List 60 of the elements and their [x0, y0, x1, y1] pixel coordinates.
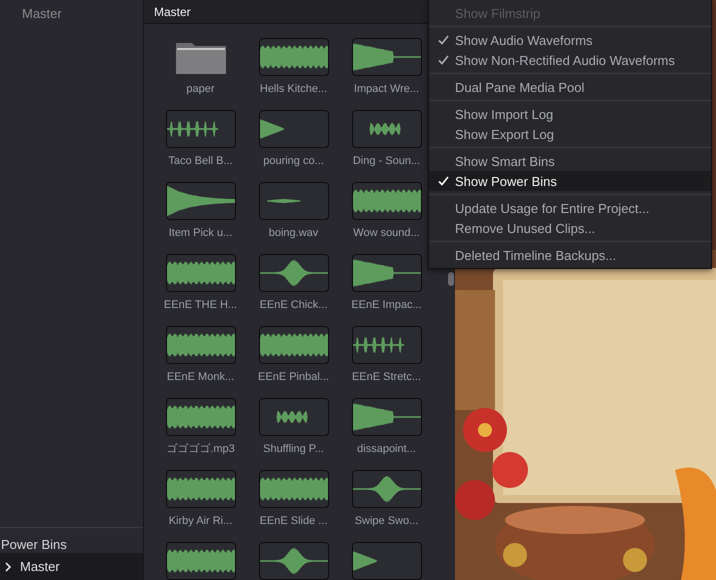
- waveform-thumbnail[interactable]: [352, 254, 422, 292]
- menu-item[interactable]: Show Export Log: [429, 124, 711, 144]
- clip-name: EEnE THE H...: [164, 298, 238, 312]
- waveform-thumbnail[interactable]: [352, 38, 422, 76]
- clip-name: EEnE Stretc...: [352, 370, 422, 384]
- waveform-thumbnail[interactable]: [166, 542, 236, 580]
- menu-item[interactable]: Remove Unused Clips...: [429, 218, 711, 238]
- clip-name: Impact Wre...: [354, 82, 420, 96]
- scrollbar-thumb[interactable]: [448, 272, 454, 286]
- clip-name: pouring co...: [263, 154, 324, 168]
- waveform-thumbnail[interactable]: [352, 326, 422, 364]
- waveform-thumbnail[interactable]: [352, 110, 422, 148]
- menu-item[interactable]: Show Audio Waveforms: [429, 30, 711, 50]
- section-title: Power Bins: [1, 537, 67, 553]
- clip-name: paper: [186, 82, 215, 96]
- clip-name: dissapoint...: [357, 442, 416, 456]
- clip-name: Item Pick u...: [168, 226, 232, 240]
- clip-name: EEnE Pinbal...: [258, 370, 329, 384]
- clip-name: EEnE Chick...: [260, 298, 328, 312]
- waveform-thumbnail[interactable]: [258, 398, 328, 436]
- waveform-thumbnail[interactable]: [258, 182, 328, 220]
- clip-name: Wow sound...: [353, 226, 420, 240]
- clip-name: Swipe Swo...: [354, 514, 418, 528]
- clip-name: Taco Bell B...: [168, 154, 233, 168]
- clip-name: EEnE Slide ...: [260, 514, 328, 528]
- clip-name: boing.wav: [268, 226, 318, 240]
- clip-name: EEnE Impac...: [351, 298, 422, 312]
- waveform-thumbnail[interactable]: [352, 470, 422, 508]
- waveform-thumbnail[interactable]: [258, 110, 328, 148]
- waveform-thumbnail[interactable]: [352, 542, 422, 580]
- menu-item[interactable]: Show Non-Rectified Audio Waveforms: [429, 50, 711, 70]
- waveform-thumbnail[interactable]: [258, 254, 328, 292]
- waveform-thumbnail[interactable]: [258, 38, 328, 76]
- menu-item[interactable]: Update Usage for Entire Project...: [429, 198, 711, 218]
- bin-label[interactable]: Master: [22, 6, 62, 22]
- menu-item[interactable]: Show Import Log: [429, 104, 711, 124]
- waveform-thumbnail[interactable]: [258, 542, 328, 580]
- waveform-thumbnail[interactable]: [166, 326, 236, 364]
- clip-name: Hells Kitche...: [260, 82, 328, 96]
- clip-name: Shuffling P...: [263, 442, 324, 456]
- waveform-thumbnail[interactable]: [258, 470, 328, 508]
- menu-item[interactable]: Dual Pane Media Pool: [429, 77, 711, 97]
- menu-item[interactable]: Show Smart Bins: [429, 151, 711, 171]
- chevron-icon[interactable]: [4, 562, 12, 572]
- clip-name: Kirby Air Ri...: [168, 514, 232, 528]
- clip-name: Ding - Soun...: [352, 154, 420, 168]
- panel-title: Master: [154, 4, 191, 18]
- waveform-thumbnail[interactable]: [352, 398, 422, 436]
- clip-name: EEnE Monk...: [166, 370, 234, 384]
- waveform-thumbnail[interactable]: [166, 254, 236, 292]
- waveform-thumbnail[interactable]: [258, 326, 328, 364]
- waveform-thumbnail[interactable]: [166, 110, 236, 148]
- waveform-thumbnail[interactable]: [166, 470, 236, 508]
- menu-item[interactable]: Deleted Timeline Backups...: [429, 245, 711, 265]
- clip-name: ゴゴゴゴ.mp3: [166, 442, 235, 456]
- bin-item[interactable]: Master: [0, 553, 143, 580]
- waveform-thumbnail[interactable]: [352, 182, 422, 220]
- waveform-thumbnail[interactable]: [166, 398, 236, 436]
- waveform-thumbnail[interactable]: [166, 182, 236, 220]
- menu-item[interactable]: Show Power Bins: [429, 171, 711, 191]
